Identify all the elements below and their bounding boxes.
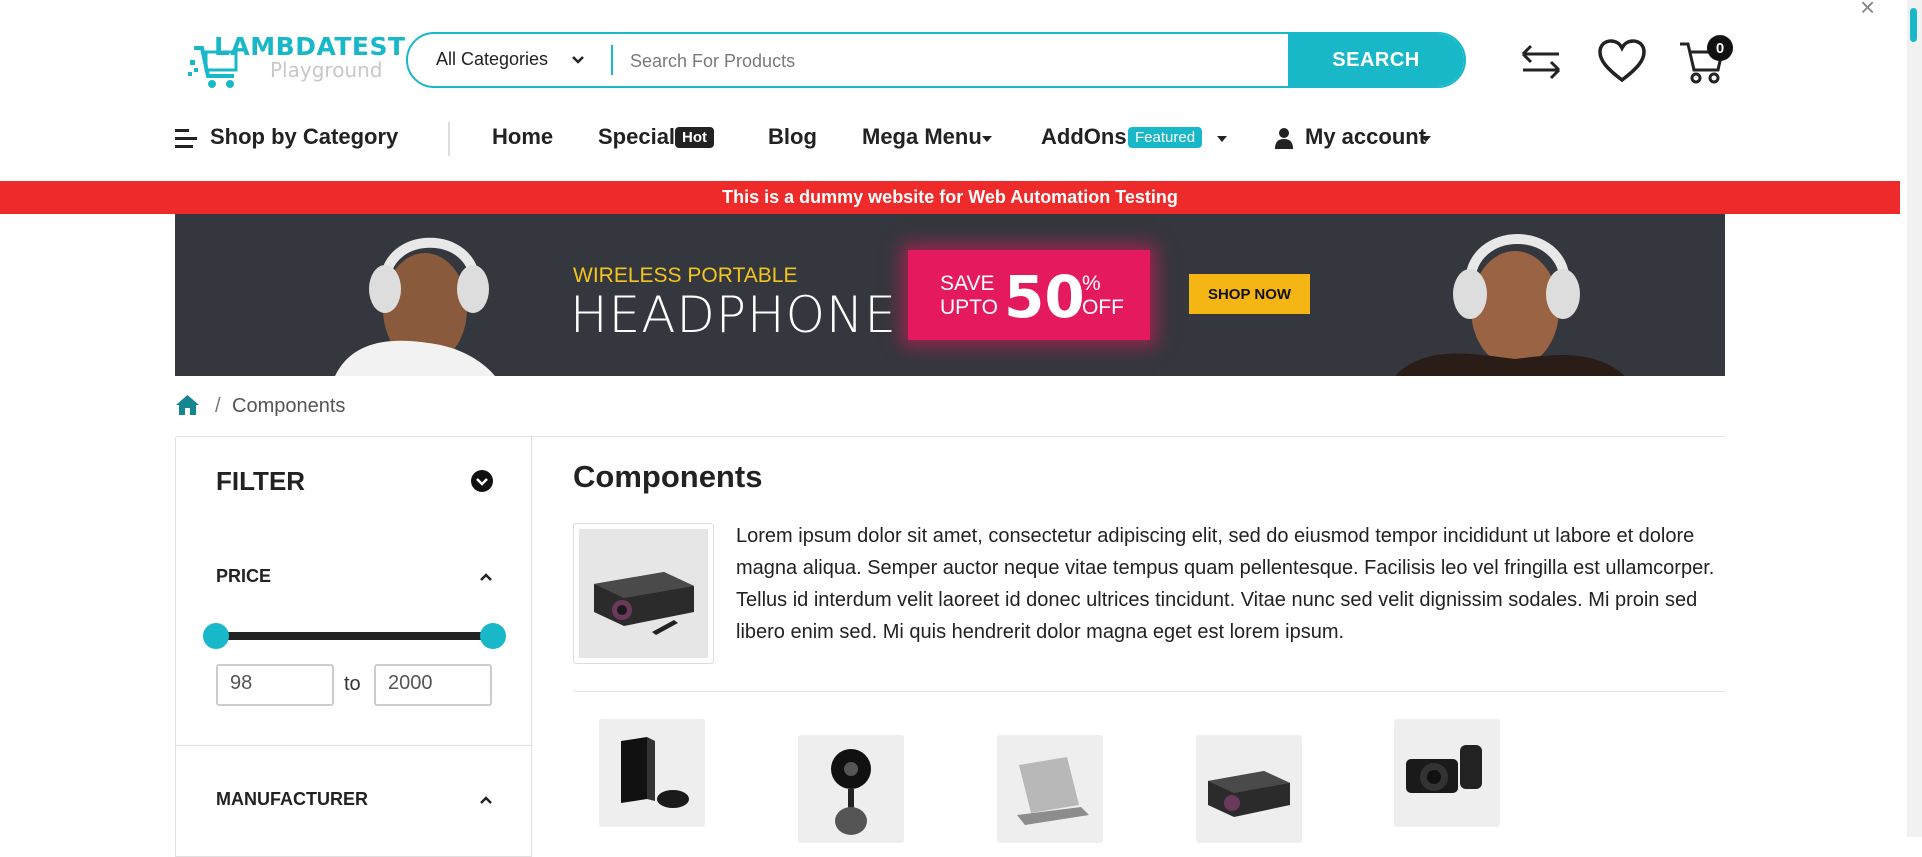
hot-badge: Hot <box>675 127 714 148</box>
price-filter-title[interactable]: PRICE <box>216 566 271 587</box>
nav-divider <box>448 122 450 156</box>
chevron-up-icon[interactable] <box>479 572 493 582</box>
promo-title: HEADPHONE <box>570 286 897 344</box>
security-camera-image <box>831 749 871 835</box>
category-image <box>573 523 714 664</box>
nav-addons[interactable]: AddOns <box>1041 124 1127 150</box>
save-label: SAVE <box>940 272 995 295</box>
manufacturer-filter-title[interactable]: MANUFACTURER <box>216 789 368 810</box>
cart-count-badge: 0 <box>1707 35 1733 61</box>
close-icon[interactable]: × <box>1860 0 1875 23</box>
game-console-image <box>621 737 689 808</box>
search-divider <box>611 45 613 75</box>
price-to-label: to <box>344 673 361 695</box>
scrollbar-thumb[interactable] <box>1910 8 1917 42</box>
save-percent: % <box>1082 272 1101 295</box>
filter-divider <box>176 745 532 746</box>
price-min-input[interactable]: 98 <box>216 664 334 706</box>
nav-shop-by-category[interactable]: Shop by Category <box>210 124 398 150</box>
addons-caret-icon <box>1217 136 1227 142</box>
shop-now-button[interactable]: SHOP NOW <box>1189 274 1310 314</box>
hamburger-icon[interactable] <box>175 128 199 150</box>
product-thumb-game-console[interactable] <box>599 719 705 827</box>
mega-menu-caret-icon <box>982 136 992 142</box>
chevron-up-icon[interactable] <box>479 795 493 805</box>
laptop-image <box>1017 757 1089 825</box>
headphone-model-right-image <box>1395 234 1625 376</box>
featured-badge: Featured <box>1128 127 1203 148</box>
price-slider-track[interactable] <box>215 632 493 640</box>
nav-blog[interactable]: Blog <box>768 124 817 150</box>
upto-label: UPTO <box>940 296 998 319</box>
headphone-model-left-image <box>335 237 495 376</box>
filter-toggle-icon[interactable] <box>471 470 493 492</box>
price-slider-max-handle[interactable] <box>480 623 506 649</box>
nav-home[interactable]: Home <box>492 124 553 150</box>
projector-image <box>579 529 708 658</box>
user-icon <box>1275 128 1293 149</box>
nav-my-account[interactable]: My account <box>1305 124 1426 150</box>
save-amount: 50 <box>1004 263 1085 331</box>
page-scrollbar[interactable] <box>1907 0 1922 837</box>
search-bar: All Categories SEARCH <box>406 32 1466 88</box>
price-max-input[interactable]: 2000 <box>374 664 492 706</box>
category-title: Components <box>573 459 763 494</box>
chevron-down-icon[interactable] <box>570 52 586 68</box>
breadcrumb-separator: / <box>215 395 221 417</box>
product-thumb-security-camera[interactable] <box>798 735 904 843</box>
search-button[interactable]: SEARCH <box>1288 34 1464 86</box>
category-select[interactable]: All Categories <box>436 49 548 70</box>
promo-subtitle: WIRELESS PORTABLE <box>573 264 798 287</box>
logo-title[interactable]: LAMBDATEST <box>214 32 406 61</box>
search-input[interactable] <box>628 42 1232 80</box>
price-slider-min-handle[interactable] <box>203 623 229 649</box>
off-label: OFF <box>1082 296 1124 319</box>
dslr-camera-image <box>1406 745 1482 793</box>
breadcrumb-current: Components <box>232 395 346 417</box>
nav-mega-menu[interactable]: Mega Menu <box>862 124 982 150</box>
notice-bar: This is a dummy website for Web Automati… <box>0 181 1900 214</box>
logo-subtitle[interactable]: Playground <box>270 58 382 82</box>
product-thumb-dslr-camera[interactable] <box>1394 719 1500 827</box>
compare-arrows-icon[interactable] <box>1515 36 1567 88</box>
nav-special[interactable]: Special <box>598 124 675 150</box>
my-account-caret-icon <box>1421 136 1431 142</box>
product-thumb-projector[interactable] <box>1196 735 1302 843</box>
description-divider <box>573 691 1726 692</box>
home-icon[interactable] <box>175 394 200 416</box>
product-thumb-laptop[interactable] <box>997 735 1103 843</box>
heart-icon[interactable] <box>1596 36 1648 88</box>
category-description: Lorem ipsum dolor sit amet, consectetur … <box>736 525 1715 643</box>
projector-image <box>1208 771 1290 817</box>
filter-title: FILTER <box>216 466 306 496</box>
